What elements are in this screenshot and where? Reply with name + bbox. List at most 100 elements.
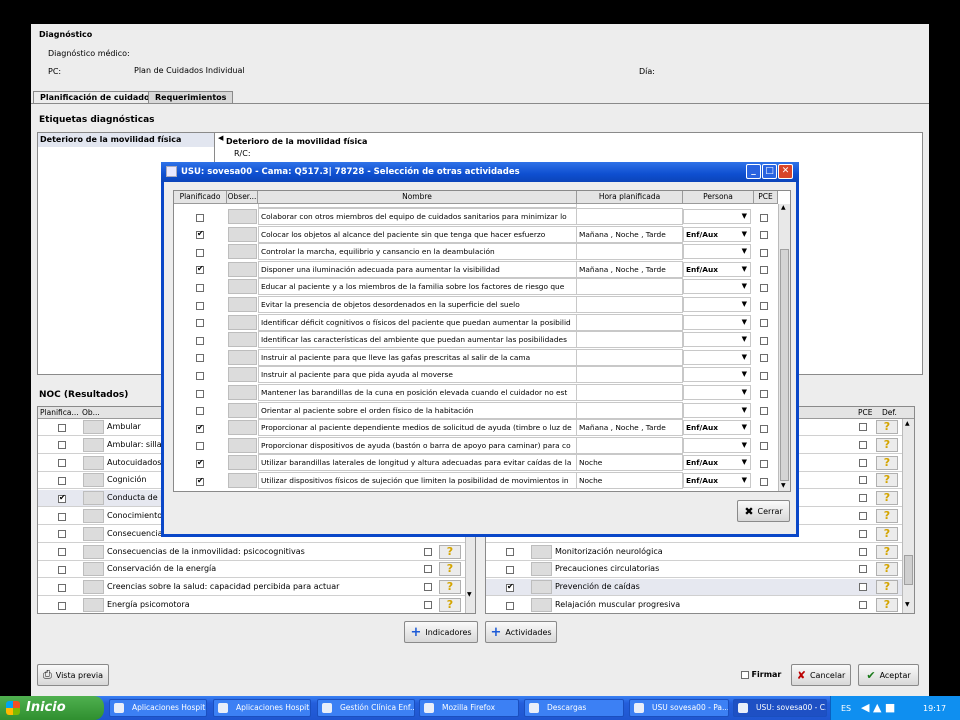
chevron-down-icon[interactable]: ▼ (742, 370, 747, 378)
table-row[interactable]: Disponer una iluminación adecuada para a… (174, 260, 778, 279)
header-hora[interactable]: Hora planificada (577, 191, 683, 204)
start-button[interactable]: Inicio (0, 696, 104, 720)
dialog-titlebar[interactable]: USU: sovesa00 - Cama: Q517.3| 78728 - Se… (161, 162, 799, 182)
dialog-scrollbar[interactable]: ▲ ▼ (778, 204, 790, 491)
row-checkbox[interactable] (58, 565, 66, 574)
row-checkbox[interactable] (58, 476, 66, 485)
observ-button[interactable] (228, 226, 257, 242)
persona-select[interactable]: ▼ (683, 332, 751, 348)
pce-check[interactable] (760, 301, 768, 310)
persona-select[interactable]: ▼ (683, 349, 751, 365)
planificado-check[interactable] (58, 441, 66, 450)
planificado-check[interactable] (58, 530, 66, 539)
table-row[interactable]: ? Prevención de caídas (486, 579, 902, 597)
row-checkbox[interactable] (196, 213, 204, 222)
table-row[interactable]: Identificar déficit cognitivos o físicos… (174, 313, 778, 332)
pce-check[interactable] (424, 547, 432, 556)
planificado-check[interactable] (196, 407, 204, 416)
row-checkbox[interactable] (196, 336, 204, 345)
observ-button[interactable] (531, 598, 552, 612)
planificado-check[interactable] (506, 601, 514, 610)
planificado-check[interactable] (196, 389, 204, 398)
help-icon[interactable]: ? (876, 491, 898, 506)
header-persona[interactable]: Persona (683, 191, 754, 204)
pce-checkbox[interactable] (760, 248, 768, 257)
chevron-down-icon[interactable]: ▼ (742, 388, 747, 396)
planificado-check[interactable] (196, 264, 204, 275)
planificado-check[interactable] (196, 301, 204, 310)
row-checkbox[interactable] (196, 354, 204, 363)
planificado-check[interactable] (196, 354, 204, 363)
pce-check[interactable] (424, 601, 432, 609)
observ-button[interactable] (228, 261, 257, 277)
taskbar-item[interactable]: Gestión Clínica Enf... (317, 699, 415, 717)
planificado-check[interactable] (196, 283, 204, 292)
observ-button[interactable] (83, 598, 104, 612)
chevron-down-icon[interactable]: ▼ (742, 212, 747, 220)
pce-check[interactable] (424, 583, 432, 592)
persona-select[interactable]: Enf/Aux ▼ (683, 261, 751, 277)
pce-check[interactable] (859, 440, 867, 449)
minimize-icon[interactable]: _ (746, 164, 761, 179)
pce-check[interactable] (859, 476, 867, 485)
help-icon[interactable]: ? (876, 437, 898, 452)
pce-checkbox[interactable] (760, 231, 768, 240)
pce-checkbox[interactable] (760, 407, 768, 416)
actividades-button[interactable]: + Actividades (485, 621, 557, 643)
observ-button[interactable] (228, 455, 257, 471)
pce-check[interactable] (859, 565, 867, 574)
row-checkbox[interactable] (58, 548, 66, 557)
observ-button[interactable] (531, 562, 552, 577)
planificado-check[interactable] (58, 548, 66, 557)
observ-button[interactable] (228, 297, 257, 312)
chevron-down-icon[interactable]: ▼ (742, 335, 747, 343)
row-checkbox[interactable] (506, 565, 514, 574)
taskbar-item[interactable]: Aplicaciones Hospit... (213, 699, 311, 717)
observ-button[interactable] (83, 562, 104, 577)
table-row[interactable]: Conservación de la energía? (38, 561, 465, 579)
help-icon[interactable]: ? (439, 562, 461, 577)
scroll-thumb[interactable] (780, 249, 789, 481)
planificado-check[interactable] (506, 548, 514, 557)
help-icon[interactable]: ? (439, 544, 461, 559)
row-checkbox[interactable] (196, 476, 204, 486)
pce-check[interactable] (859, 494, 867, 503)
pce-check[interactable] (859, 547, 867, 556)
row-checkbox[interactable] (196, 371, 204, 380)
pce-check[interactable] (760, 266, 768, 275)
taskbar-item[interactable]: Descargas (524, 699, 624, 717)
observ-button[interactable] (83, 491, 104, 506)
header-observ[interactable]: Obser... (227, 191, 258, 204)
table-row[interactable]: Energía psicomotora? (38, 597, 465, 613)
observ-button[interactable] (228, 437, 257, 453)
observ-button[interactable] (228, 314, 257, 330)
chevron-down-icon[interactable]: ▼ (742, 406, 747, 414)
pce-checkbox[interactable] (760, 266, 768, 275)
row-checkbox[interactable] (196, 264, 204, 275)
pce-checkbox[interactable] (760, 283, 768, 292)
row-checkbox[interactable] (58, 512, 66, 521)
planificado-check[interactable] (196, 229, 204, 240)
table-row[interactable]: Identificar las características del ambi… (174, 331, 778, 349)
pce-checkbox[interactable] (760, 371, 768, 380)
scroll-down-icon[interactable]: ▼ (467, 591, 472, 598)
observ-button[interactable] (83, 437, 104, 452)
planificado-check[interactable] (506, 565, 514, 574)
table-row[interactable]: ? Precauciones circulatorias (486, 561, 902, 579)
row-checkbox[interactable] (58, 530, 66, 539)
persona-select[interactable]: Enf/Aux ▼ (683, 420, 751, 436)
persona-select[interactable]: ▼ (683, 402, 751, 418)
row-checkbox[interactable] (196, 301, 204, 310)
table-row[interactable]: Colocar los objetos al alcance del pacie… (174, 225, 778, 244)
row-checkbox[interactable] (58, 601, 66, 610)
etiqueta-item[interactable]: Deterioro de la movilidad física (38, 133, 214, 147)
table-row[interactable]: Instruir al paciente para que pida ayuda… (174, 366, 778, 384)
observ-button[interactable] (531, 544, 552, 559)
row-checkbox[interactable] (196, 458, 204, 468)
tab-planificacion[interactable]: Planificación de cuidados (33, 91, 162, 103)
scroll-thumb[interactable] (904, 555, 913, 585)
row-checkbox[interactable] (506, 601, 514, 610)
chevron-down-icon[interactable]: ▼ (742, 476, 747, 484)
row-checkbox[interactable] (196, 389, 204, 398)
row-checkbox[interactable] (196, 283, 204, 292)
